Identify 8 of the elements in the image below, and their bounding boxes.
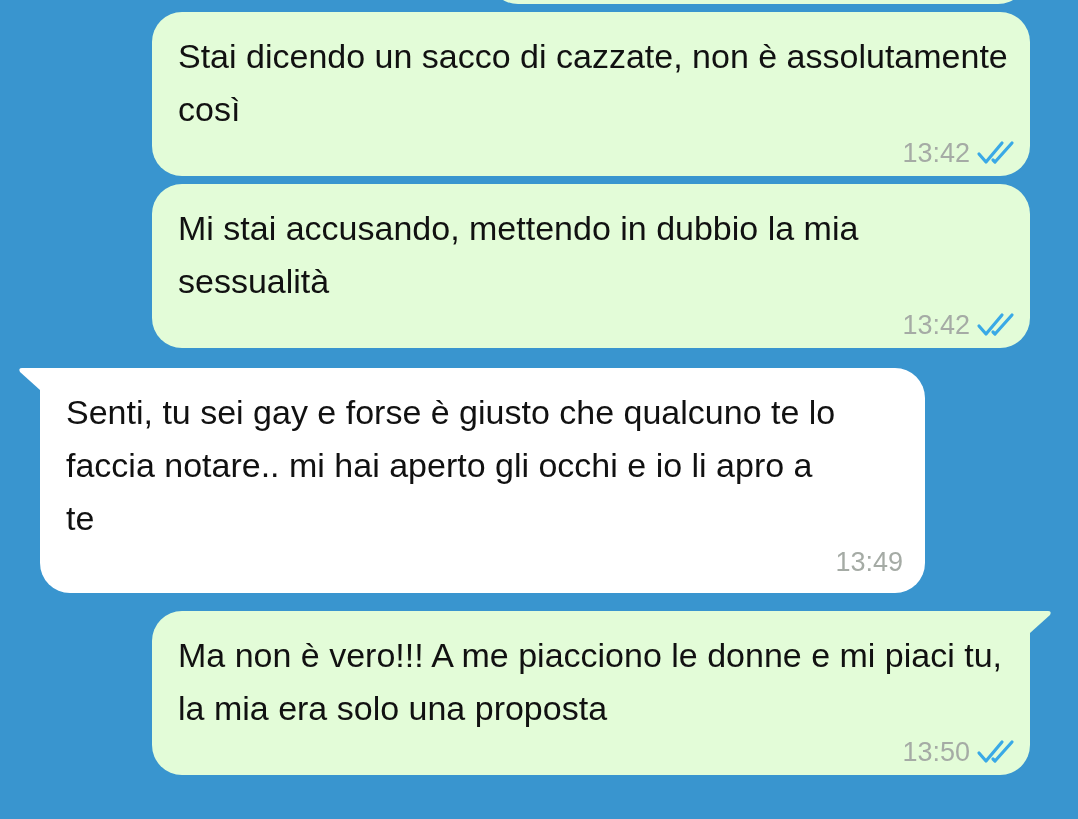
message-time: 13:50 (902, 736, 970, 769)
message-time: 13:49 (835, 546, 903, 579)
message-time: 13:42 (902, 309, 970, 342)
message-text: Stai dicendo un sacco di cazzate, non è assolutamente così (178, 36, 1009, 130)
message-time: 13:42 (902, 137, 970, 170)
message-text: Ma non è vero!!! A me piacciono le donne e mi piaci tu, la mia era solo una proposta (178, 635, 1004, 729)
message-text: Mi stai accusando, mettendo in dubbio la mia sessualità (178, 208, 860, 302)
message-text: Senti, tu sei gay e forse è giusto che qualcuno te lo faccia notare.. mi hai aperto gli occhi e io li apro a te (66, 392, 837, 539)
